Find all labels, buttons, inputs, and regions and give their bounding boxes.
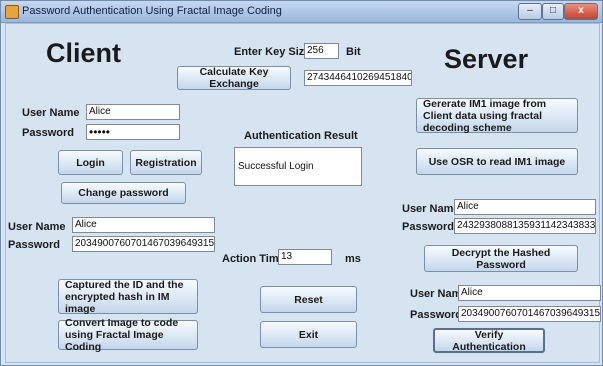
auth-result-text: Successful Login [238, 161, 314, 172]
server-password-label: Password [402, 221, 454, 233]
captured-id-button[interactable]: Captured the ID and the encrypted hash i… [58, 279, 198, 315]
minimize-icon[interactable]: – [518, 3, 542, 20]
action-time-label: Action Time [222, 253, 285, 265]
reset-button[interactable]: Reset [260, 286, 357, 313]
login-button[interactable]: Login [58, 150, 123, 175]
server-heading: Server [444, 44, 529, 74]
server-username-input[interactable]: Alice [454, 199, 596, 215]
window-title: Password Authentication Using Fractal Im… [22, 5, 282, 17]
client-heading: Client [46, 38, 122, 68]
client-hash-username-input[interactable]: Alice [72, 217, 215, 233]
client-hash-password-input[interactable]: 20349007607014670396493151720 [72, 236, 215, 252]
maximize-icon[interactable]: □ [542, 3, 564, 20]
key-exchange-result: 27434464102694518401 [304, 70, 412, 86]
key-size-input[interactable]: 256 [304, 43, 339, 59]
change-password-button[interactable]: Change password [61, 182, 186, 204]
app-window: Password Authentication Using Fractal Im… [0, 0, 603, 366]
server-password-input[interactable]: 24329380881359311423438335734 [454, 218, 596, 234]
verify-authentication-button[interactable]: Verify Authentication [433, 328, 545, 353]
auth-result-box: Successful Login [234, 147, 362, 186]
generate-im1-button[interactable]: Gererate IM1 image from Client data usin… [416, 98, 578, 134]
client-password-input[interactable]: ••••• [86, 124, 180, 140]
client-username-input[interactable]: Alice [86, 104, 180, 120]
convert-image-button[interactable]: Convert Image to code using Fractal Imag… [58, 317, 198, 353]
verify-password-label: Password [410, 309, 462, 321]
use-osr-button[interactable]: Use OSR to read IM1 image [416, 148, 578, 175]
client-hash-username-label: User Name [8, 221, 66, 233]
calculate-key-exchange-button[interactable]: Calculate Key Exchange [177, 66, 291, 90]
action-time-unit: ms [345, 253, 361, 265]
main-panel: Client User Name Alice Password ••••• Lo… [5, 23, 601, 363]
java-app-icon [5, 5, 19, 19]
server-username-label: User Name [402, 203, 460, 215]
decrypt-password-button[interactable]: Decrypt the Hashed Password [424, 245, 578, 272]
close-icon[interactable]: x [564, 3, 598, 20]
verify-password-input[interactable]: 20349007607014670396493151720 [458, 306, 601, 322]
registration-button[interactable]: Registration [130, 150, 202, 175]
key-size-unit: Bit [346, 46, 361, 58]
title-bar[interactable]: Password Authentication Using Fractal Im… [1, 1, 602, 23]
client-username-label: User Name [22, 107, 80, 119]
auth-result-label: Authentication Result [244, 130, 358, 142]
verify-username-input[interactable]: Alice [458, 285, 601, 301]
client-password-label: Password [22, 127, 74, 139]
exit-button[interactable]: Exit [260, 321, 357, 348]
key-size-label: Enter Key Size [234, 46, 311, 58]
action-time-input[interactable]: 13 [278, 249, 332, 265]
client-hash-password-label: Password [8, 239, 60, 251]
